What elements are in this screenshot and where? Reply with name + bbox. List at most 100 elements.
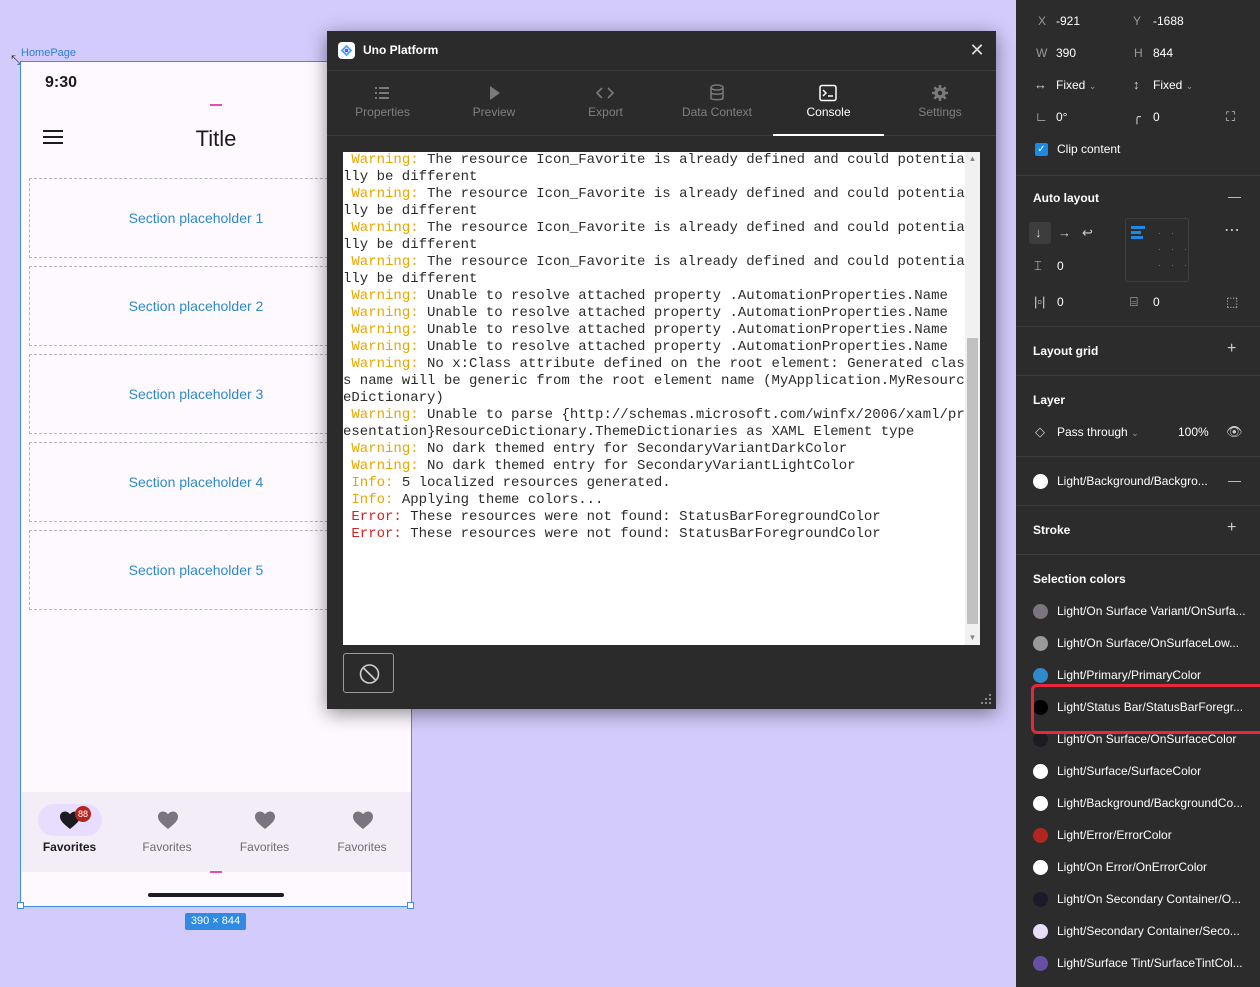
y-field[interactable]: -1688 bbox=[1153, 14, 1184, 28]
clear-console-button[interactable] bbox=[343, 653, 394, 693]
color-swatch[interactable] bbox=[1033, 732, 1048, 747]
console-line: Warning: No x:Class attribute defined on… bbox=[343, 356, 965, 407]
selection-color-label[interactable]: Light/On Surface/OnSurfaceLow... bbox=[1057, 636, 1247, 650]
log-message: No dark themed entry for SecondaryVarian… bbox=[418, 458, 856, 474]
selection-color-label[interactable]: Light/Error/ErrorColor bbox=[1057, 828, 1247, 842]
color-swatch[interactable] bbox=[1033, 636, 1048, 651]
color-swatch[interactable] bbox=[1033, 796, 1048, 811]
log-level: Warning: bbox=[351, 322, 419, 338]
log-message: Applying theme colors... bbox=[393, 492, 604, 508]
selection-color-label[interactable]: Light/On Error/OnErrorColor bbox=[1057, 860, 1247, 874]
selection-color-label[interactable]: Light/Background/BackgroundCo... bbox=[1057, 796, 1247, 810]
width-field[interactable]: 390 bbox=[1056, 46, 1076, 60]
divider bbox=[1016, 456, 1260, 457]
selection-handle[interactable] bbox=[17, 902, 24, 909]
selection-color-label[interactable]: Light/Primary/PrimaryColor bbox=[1057, 668, 1247, 682]
color-swatch[interactable] bbox=[1033, 764, 1048, 779]
color-swatch[interactable] bbox=[1033, 604, 1048, 619]
selection-color-label[interactable]: Light/On Surface/OnSurfaceColor bbox=[1057, 732, 1247, 746]
fill-style-label[interactable]: Light/Background/Backgro... bbox=[1057, 474, 1247, 488]
scroll-up-arrow-icon[interactable]: ▲ bbox=[968, 154, 977, 163]
rotation-field[interactable]: 0° bbox=[1056, 110, 1067, 124]
console-line: Info: Applying theme colors... bbox=[343, 492, 965, 509]
corner-radius-field[interactable]: 0 bbox=[1153, 110, 1160, 124]
layer-opacity-field[interactable]: 100% bbox=[1178, 425, 1209, 439]
log-level: Warning: bbox=[351, 152, 419, 168]
vertical-padding-field[interactable]: 0 bbox=[1153, 295, 1160, 309]
nav-item-favorites[interactable]: 88 Favorites bbox=[21, 792, 118, 872]
tab-label: Export bbox=[588, 105, 623, 119]
fill-color-swatch[interactable] bbox=[1033, 474, 1048, 489]
more-options-icon[interactable]: ⋯ bbox=[1224, 223, 1240, 239]
plugin-title: Uno Platform bbox=[363, 43, 439, 57]
color-swatch[interactable] bbox=[1033, 668, 1048, 683]
clip-content-checkbox[interactable]: ✓ bbox=[1035, 143, 1048, 156]
console-line: Warning: Unable to resolve attached prop… bbox=[343, 339, 965, 356]
tab-properties[interactable]: Properties bbox=[327, 72, 438, 136]
height-mode-dropdown[interactable]: Fixed ⌄ bbox=[1153, 78, 1193, 92]
x-field[interactable]: -921 bbox=[1056, 14, 1080, 28]
log-level: Warning: bbox=[351, 339, 419, 355]
color-swatch[interactable] bbox=[1033, 924, 1048, 939]
color-swatch[interactable] bbox=[1033, 828, 1048, 843]
add-icon[interactable]: + bbox=[1227, 341, 1236, 357]
scrollbar-thumb[interactable] bbox=[967, 338, 978, 624]
log-level: Error: bbox=[351, 526, 402, 542]
console-log: Warning: The resource Icon_Favorite is a… bbox=[343, 152, 965, 543]
selection-color-label[interactable]: Light/Surface Tint/SurfaceTintCol... bbox=[1057, 956, 1247, 970]
color-swatch[interactable] bbox=[1033, 860, 1048, 875]
tab-settings[interactable]: Settings bbox=[885, 72, 996, 136]
console-line: Warning: The resource Icon_Favorite is a… bbox=[343, 186, 965, 220]
selection-color-label[interactable]: Light/Secondary Container/Seco... bbox=[1057, 924, 1247, 938]
selection-color-label[interactable]: Light/Surface/SurfaceColor bbox=[1057, 764, 1247, 778]
eye-icon[interactable]: 👁 bbox=[1226, 425, 1243, 439]
close-icon[interactable]: ✕ bbox=[967, 40, 987, 60]
color-swatch[interactable] bbox=[1033, 892, 1048, 907]
alignment-grid[interactable]: · · · · · · · · bbox=[1125, 218, 1189, 282]
nav-item-favorites[interactable]: Favorites bbox=[314, 792, 411, 872]
gear-icon bbox=[930, 84, 950, 102]
remove-icon[interactable]: — bbox=[1228, 190, 1241, 204]
horizontal-padding-field[interactable]: 0 bbox=[1057, 295, 1064, 309]
nav-item-favorites[interactable]: Favorites bbox=[119, 792, 216, 872]
annotation-highlight-box bbox=[1031, 684, 1260, 734]
console-line: Warning: Unable to resolve attached prop… bbox=[343, 322, 965, 339]
independent-corners-icon[interactable]: ⛶ bbox=[1226, 110, 1235, 124]
frame-name-label[interactable]: HomePage bbox=[21, 47, 76, 59]
log-level: Warning: bbox=[351, 288, 419, 304]
scroll-down-arrow-icon[interactable]: ▼ bbox=[968, 633, 977, 642]
resize-grip-icon[interactable] bbox=[978, 691, 992, 705]
log-message: The resource Icon_Favorite is already de… bbox=[343, 186, 965, 219]
heart-icon bbox=[253, 808, 277, 832]
log-level: Warning: bbox=[351, 220, 419, 236]
wrap-icon[interactable]: ↩ bbox=[1082, 226, 1093, 240]
nav-item-favorites[interactable]: Favorites bbox=[216, 792, 313, 872]
remove-icon[interactable]: — bbox=[1228, 474, 1241, 488]
blend-mode-dropdown[interactable]: Pass through ⌄ bbox=[1057, 425, 1139, 439]
color-swatch[interactable] bbox=[1033, 956, 1048, 971]
console-line: Warning: The resource Icon_Favorite is a… bbox=[343, 254, 965, 288]
selection-handle[interactable] bbox=[407, 902, 414, 909]
tab-console[interactable]: Console bbox=[773, 72, 884, 136]
play-icon bbox=[484, 84, 504, 102]
tab-preview[interactable]: Preview bbox=[439, 72, 550, 136]
log-message: These resources were not found: StatusBa… bbox=[401, 526, 881, 542]
log-level: Info: bbox=[351, 475, 394, 491]
height-field[interactable]: 844 bbox=[1153, 46, 1173, 60]
console-output[interactable]: Warning: The resource Icon_Favorite is a… bbox=[343, 152, 980, 645]
item-spacing-field[interactable]: 0 bbox=[1057, 259, 1064, 273]
selection-color-label[interactable]: Light/On Secondary Container/O... bbox=[1057, 892, 1247, 906]
selection-color-label[interactable]: Light/On Surface Variant/OnSurfa... bbox=[1057, 604, 1247, 618]
log-level: Warning: bbox=[351, 458, 419, 474]
individual-padding-icon[interactable]: ⬚ bbox=[1226, 295, 1238, 309]
add-icon[interactable]: + bbox=[1227, 520, 1236, 536]
layer-heading: Layer bbox=[1033, 393, 1066, 407]
tab-label: Settings bbox=[918, 105, 962, 119]
arrow-right-icon[interactable]: → bbox=[1058, 226, 1071, 240]
log-message: 5 localized resources generated. bbox=[393, 475, 671, 491]
width-mode-dropdown[interactable]: Fixed ⌄ bbox=[1056, 78, 1096, 92]
tab-export[interactable]: Export bbox=[550, 72, 661, 136]
tab-data-context[interactable]: Data Context bbox=[662, 72, 773, 136]
console-scrollbar[interactable]: ▲ ▼ bbox=[965, 152, 980, 645]
console-line: Warning: Unable to parse {http://schemas… bbox=[343, 407, 965, 441]
